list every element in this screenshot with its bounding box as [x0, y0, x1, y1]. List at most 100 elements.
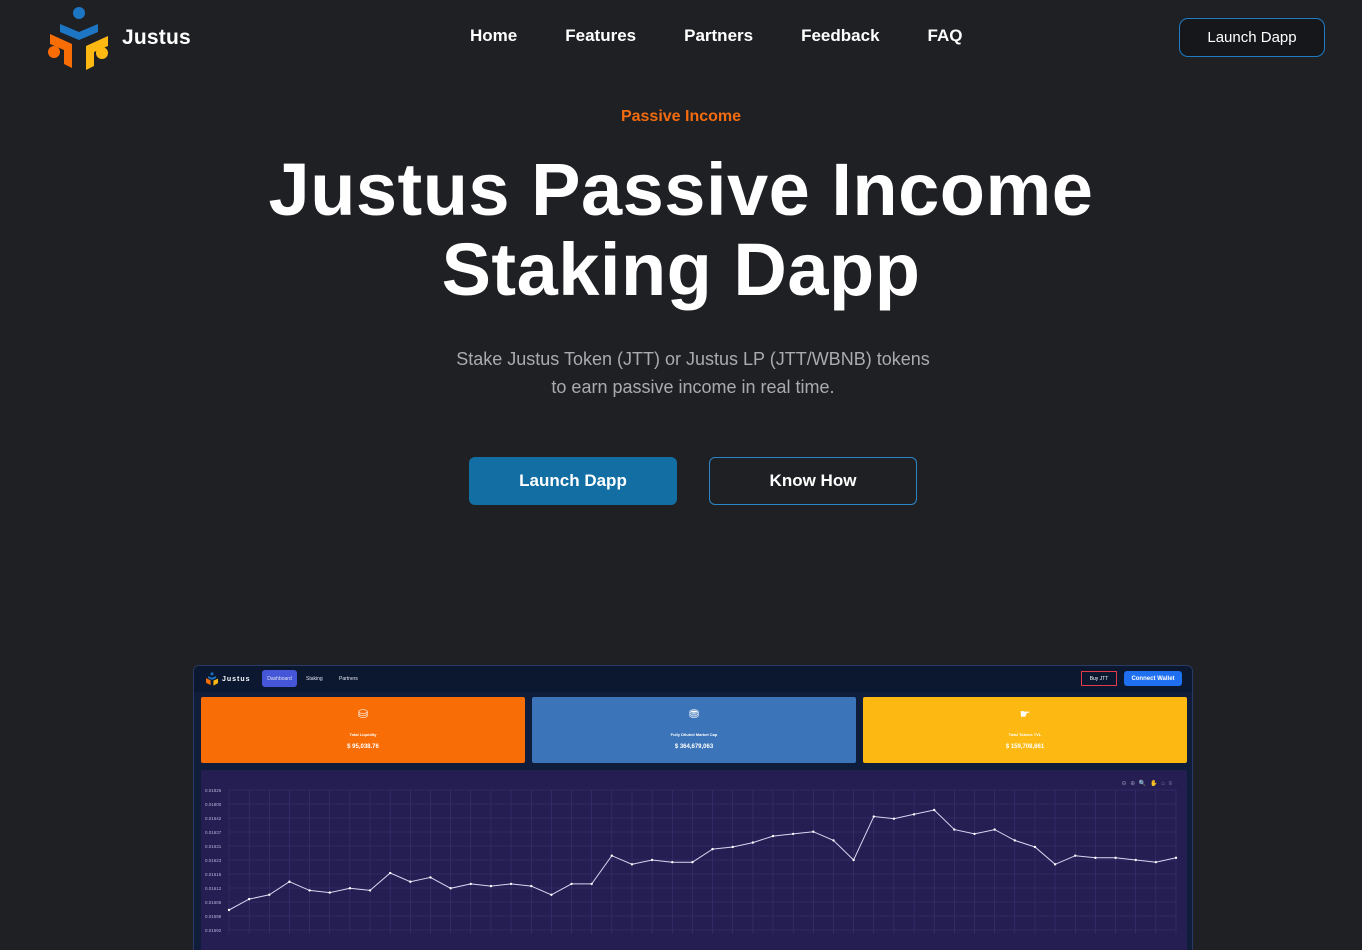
chart-point	[671, 860, 674, 864]
chart-point	[1114, 856, 1117, 860]
chart-point	[328, 891, 331, 894]
chart-point	[993, 828, 996, 831]
chart-y-tick-label: 0.01637	[205, 830, 222, 835]
chart-point	[570, 882, 573, 886]
chart-toolbar[interactable]: ⊖ ⊕ 🔍 ✋ ⌂ ≡	[1122, 780, 1173, 787]
chart-y-tick-label: 0.01592	[205, 928, 222, 933]
chart-point	[409, 880, 412, 883]
nav-links: Home Features Partners Feedback FAQ	[470, 26, 962, 46]
chart-y-tick-label: 0.01826	[205, 788, 222, 793]
chart-point	[590, 882, 593, 886]
chart-point	[288, 880, 291, 883]
chart-point	[1094, 856, 1097, 860]
chart-point	[509, 882, 513, 886]
chart-point	[630, 863, 634, 866]
chart-point	[771, 834, 775, 838]
preview-nav: Justus Dashboard Staking Partners Buy JT…	[194, 666, 1192, 692]
price-chart-panel: ⊖ ⊕ 🔍 ✋ ⌂ ≡ 0.01826 0.01800 0.01642 0.01637…	[201, 770, 1187, 950]
chart-point	[973, 832, 976, 836]
chart-point	[1134, 858, 1137, 862]
hero-subtitle-line-1: Stake Justus Token (JTT) or Justus LP (J…	[456, 349, 930, 369]
hero-title: Justus Passive Income Staking Dapp	[231, 150, 1131, 310]
chart-point	[933, 808, 936, 812]
top-nav: Justus Home Features Partners Feedback F…	[0, 0, 1362, 76]
chart-point	[731, 845, 734, 849]
preview-logo-icon	[206, 672, 218, 686]
chart-point	[1053, 863, 1057, 866]
stat-label: Total Tokens TVL	[1008, 732, 1042, 737]
chart-point	[388, 871, 392, 875]
stat-value: $ 364,679,063	[674, 744, 714, 750]
chart-point	[429, 876, 432, 879]
stat-label: Fully Diluted Market Cap	[670, 732, 718, 737]
chart-point	[1074, 854, 1077, 857]
chart-point	[872, 815, 875, 818]
chart-point	[308, 889, 311, 892]
chart-y-tick-label: 0.01612	[205, 886, 222, 891]
chart-point	[691, 860, 694, 864]
stat-value: $ 95,038.76	[347, 744, 379, 750]
nav-feedback[interactable]: Feedback	[801, 26, 879, 46]
chart-point	[650, 858, 654, 862]
preview-connect-wallet-button[interactable]: Connect Wallet	[1124, 671, 1182, 686]
hero-title-line-1: Justus Passive Income	[268, 148, 1094, 231]
chart-y-tick-label: 0.01800	[205, 802, 222, 807]
chart-point	[610, 854, 614, 857]
hero-title-line-2: Staking Dapp	[441, 228, 921, 311]
preview-brand: Justus	[205, 672, 251, 686]
launch-dapp-nav-button[interactable]: Launch Dapp	[1179, 18, 1325, 57]
chart-y-tick-label: 0.01598	[205, 914, 222, 919]
justus-logo-icon	[48, 7, 108, 70]
dashboard-preview: Justus Dashboard Staking Partners Buy JT…	[193, 665, 1193, 950]
chart-point	[1174, 856, 1178, 860]
preview-tab-staking[interactable]: Staking	[302, 670, 327, 687]
chart-point	[449, 887, 452, 890]
coin-stack-icon: ⛁	[357, 707, 369, 721]
chart-point	[1154, 860, 1158, 864]
stat-label: Total Liquidity	[349, 732, 377, 737]
brand-name: Justus	[122, 26, 191, 49]
price-line-chart: 0.01826 0.01800 0.01642 0.01637 0.01631 0.016…	[205, 788, 1178, 934]
chart-point	[469, 882, 472, 886]
nav-partners[interactable]: Partners	[684, 26, 753, 46]
preview-buy-jtt-button[interactable]: Buy JTT	[1081, 671, 1117, 686]
preview-tab-partners[interactable]: Partners	[335, 670, 362, 687]
chart-y-tick-label: 0.01631	[205, 844, 222, 849]
preview-tab-dashboard[interactable]: Dashboard	[262, 670, 297, 687]
nav-faq[interactable]: FAQ	[928, 26, 963, 46]
chart-point	[530, 884, 533, 888]
nav-home[interactable]: Home	[470, 26, 517, 46]
hero-eyebrow: Passive Income	[620, 108, 742, 125]
chart-point	[791, 832, 795, 836]
chart-point	[852, 858, 855, 862]
stat-card-total-tvl: ☛ Total Tokens TVL $ 159,708,861	[863, 697, 1187, 763]
chart-y-tick-label: 0.01623	[205, 858, 222, 863]
chart-point	[489, 884, 493, 888]
nav-features[interactable]: Features	[565, 26, 636, 46]
chart-point	[1033, 845, 1037, 849]
stat-value: $ 159,708,861	[1005, 744, 1045, 750]
chart-point	[368, 889, 372, 892]
chart-point	[227, 908, 231, 912]
preview-brand-name: Justus	[222, 675, 251, 683]
chart-point	[268, 893, 271, 896]
chart-point	[832, 839, 835, 842]
chart-y-tick-label: 0.01642	[205, 816, 222, 821]
know-how-button[interactable]: Know How	[709, 457, 917, 505]
chart-point	[812, 830, 815, 833]
chart-point	[247, 897, 251, 901]
chart-point	[751, 841, 755, 844]
coin-hand-icon: ☛	[1019, 707, 1031, 721]
chart-point	[912, 813, 916, 816]
chart-point	[1013, 839, 1017, 842]
brand[interactable]: Justus	[46, 4, 191, 72]
chart-point	[892, 817, 896, 820]
money-bag-icon: ⛃	[688, 707, 700, 721]
chart-y-tick-label: 0.01606	[205, 900, 222, 905]
launch-dapp-button[interactable]: Launch Dapp	[469, 457, 677, 505]
chart-y-tick-label: 0.01616	[205, 872, 222, 877]
hero-subtitle: Stake Justus Token (JTT) or Justus LP (J…	[431, 345, 955, 401]
chart-point	[953, 828, 956, 831]
chart-point	[348, 887, 352, 890]
chart-point	[711, 847, 714, 851]
